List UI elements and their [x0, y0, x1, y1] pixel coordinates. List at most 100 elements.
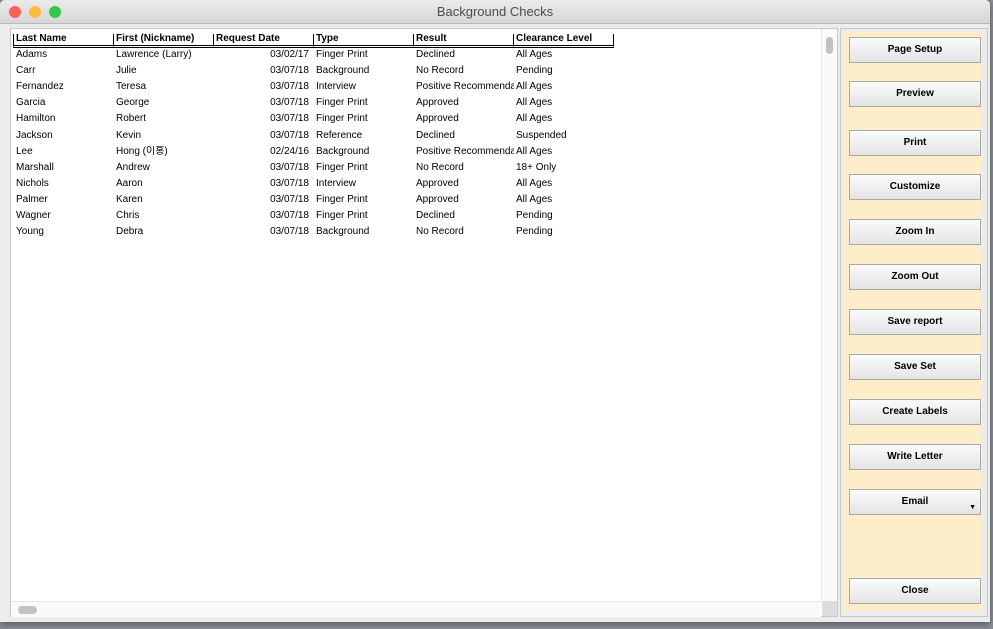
action-panel: Close Page Setup Preview Print Customize Zoo…	[840, 28, 988, 617]
table-cell: 02/24/16	[270, 145, 309, 157]
button-label: Preview	[896, 88, 934, 99]
create-labels-button[interactable]: Create Labels	[849, 399, 981, 425]
button-label: Customize	[889, 181, 941, 192]
page-setup-button[interactable]: Page Setup	[849, 37, 981, 63]
button-label: Zoom In	[895, 226, 935, 237]
table-cell: Approved	[416, 97, 459, 109]
column-header: Result	[413, 34, 513, 48]
table-cell: 18+ Only	[516, 161, 557, 173]
table-cell: 03/07/18	[270, 129, 309, 141]
button-label: Page Setup	[887, 44, 943, 55]
window-title: Background Checks	[436, 4, 554, 19]
table-cell: Lee	[16, 145, 33, 157]
table-cell: Declined	[416, 129, 455, 141]
table-cell: George	[116, 97, 150, 109]
table-cell: Declined	[416, 210, 455, 221]
table-cell: Suspended	[516, 129, 567, 141]
table-cell: Karen	[116, 193, 143, 205]
table-cell: No Record	[416, 161, 464, 173]
table-cell: All Ages	[516, 193, 553, 205]
button-label: Write Letter	[887, 451, 943, 462]
table-cell: 03/07/18	[270, 97, 309, 109]
table-cell: No Record	[416, 226, 464, 238]
table-cell: Background	[316, 145, 370, 157]
close-button[interactable]: Close	[849, 578, 981, 604]
table-cell: Andrew	[116, 161, 150, 173]
table-cell: 03/02/17	[270, 49, 309, 60]
button-label: Create Labels	[882, 406, 948, 417]
table-cell: Lawrence (Larry)	[116, 49, 192, 60]
zoom-out-button[interactable]: Zoom Out	[849, 264, 981, 290]
horizontal-scroll-thumb[interactable]	[18, 606, 37, 614]
zoom-in-button[interactable]: Zoom In	[849, 219, 981, 245]
table-cell: Declined	[416, 49, 455, 60]
button-label: Print	[903, 137, 927, 148]
table-cell: Teresa	[116, 81, 147, 93]
save-set-button[interactable]: Save Set	[849, 354, 981, 380]
report-preview: Last Name First (Nickname) Request Date Typ…	[10, 28, 838, 617]
table-cell: Julie	[116, 65, 137, 77]
print-button[interactable]: Print	[849, 130, 981, 156]
table-cell: Marshall	[16, 161, 54, 173]
column-header: Clearance Level	[513, 34, 614, 48]
vertical-scroll-thumb[interactable]	[826, 37, 833, 54]
email-button[interactable]: Email ▼	[849, 489, 981, 515]
button-label: Zoom Out	[891, 271, 939, 282]
table-cell: All Ages	[516, 97, 553, 109]
table-cell: Finger Print	[316, 161, 368, 173]
table-cell: All Ages	[516, 81, 553, 93]
horizontal-scrollbar[interactable]	[11, 601, 821, 617]
table-cell: All Ages	[516, 113, 553, 125]
save-report-button[interactable]: Save report	[849, 309, 981, 335]
table-cell: Finger Print	[316, 49, 368, 60]
table-cell: Finger Print	[316, 210, 368, 221]
write-letter-button[interactable]: Write Letter	[849, 444, 981, 470]
table-cell: Background	[316, 65, 370, 77]
table-cell: Robert	[116, 113, 147, 125]
table-cell: Positive Recommendation	[416, 145, 514, 157]
table-cell: 03/07/18	[270, 177, 309, 189]
customize-button[interactable]: Customize	[849, 174, 981, 200]
table-cell: Kevin	[116, 129, 142, 141]
table-cell: Reference	[316, 129, 363, 141]
table-cell: Approved	[416, 177, 459, 189]
table-cell: All Ages	[516, 177, 553, 189]
title-bar: Background Checks	[0, 0, 990, 24]
table-cell: Positive Recommendation	[416, 81, 514, 93]
table-cell: Young	[16, 226, 44, 238]
table-cell: Wagner	[16, 210, 51, 221]
table-cell: Palmer	[16, 193, 48, 205]
table-cell: All Ages	[516, 145, 553, 157]
column-header: First (Nickname)	[113, 34, 213, 48]
window: Background Checks Last Name First (Nickna…	[0, 0, 990, 622]
table-cell: Approved	[416, 113, 459, 125]
button-panel: Close Page Setup Preview Print Customize Zoo…	[844, 32, 982, 611]
column-header: Request Date	[213, 34, 313, 48]
table-cell: 03/07/18	[270, 226, 309, 238]
column-header: Last Name	[13, 34, 113, 48]
table-cell: Interview	[316, 81, 357, 93]
table-cell: Nichols	[16, 177, 49, 189]
button-label: Email	[901, 496, 929, 507]
table-cell: Finger Print	[316, 113, 368, 125]
preview-button[interactable]: Preview	[849, 81, 981, 107]
table-cell: Aaron	[116, 177, 143, 189]
table-cell: Background	[316, 226, 370, 238]
button-label: Save report	[887, 316, 943, 327]
scroll-corner	[822, 601, 837, 616]
table-cell: Approved	[416, 193, 459, 205]
table-cell: Hong (이홍)	[116, 145, 168, 157]
table-cell: All Ages	[516, 49, 553, 60]
table-cell: 03/07/18	[270, 113, 309, 125]
table-cell: Pending	[516, 226, 553, 238]
dropdown-arrow-icon: ▼	[969, 504, 976, 511]
table-cell: Carr	[16, 65, 36, 77]
table-cell: 03/07/18	[270, 210, 309, 221]
table-cell: No Record	[416, 65, 464, 77]
column-header: Type	[313, 34, 413, 48]
table-cell: Finger Print	[316, 193, 368, 205]
table-cell: Fernandez	[16, 81, 64, 93]
vertical-scrollbar[interactable]	[821, 29, 837, 601]
table-cell: Adams	[16, 49, 48, 60]
table-cell: 03/07/18	[270, 193, 309, 205]
